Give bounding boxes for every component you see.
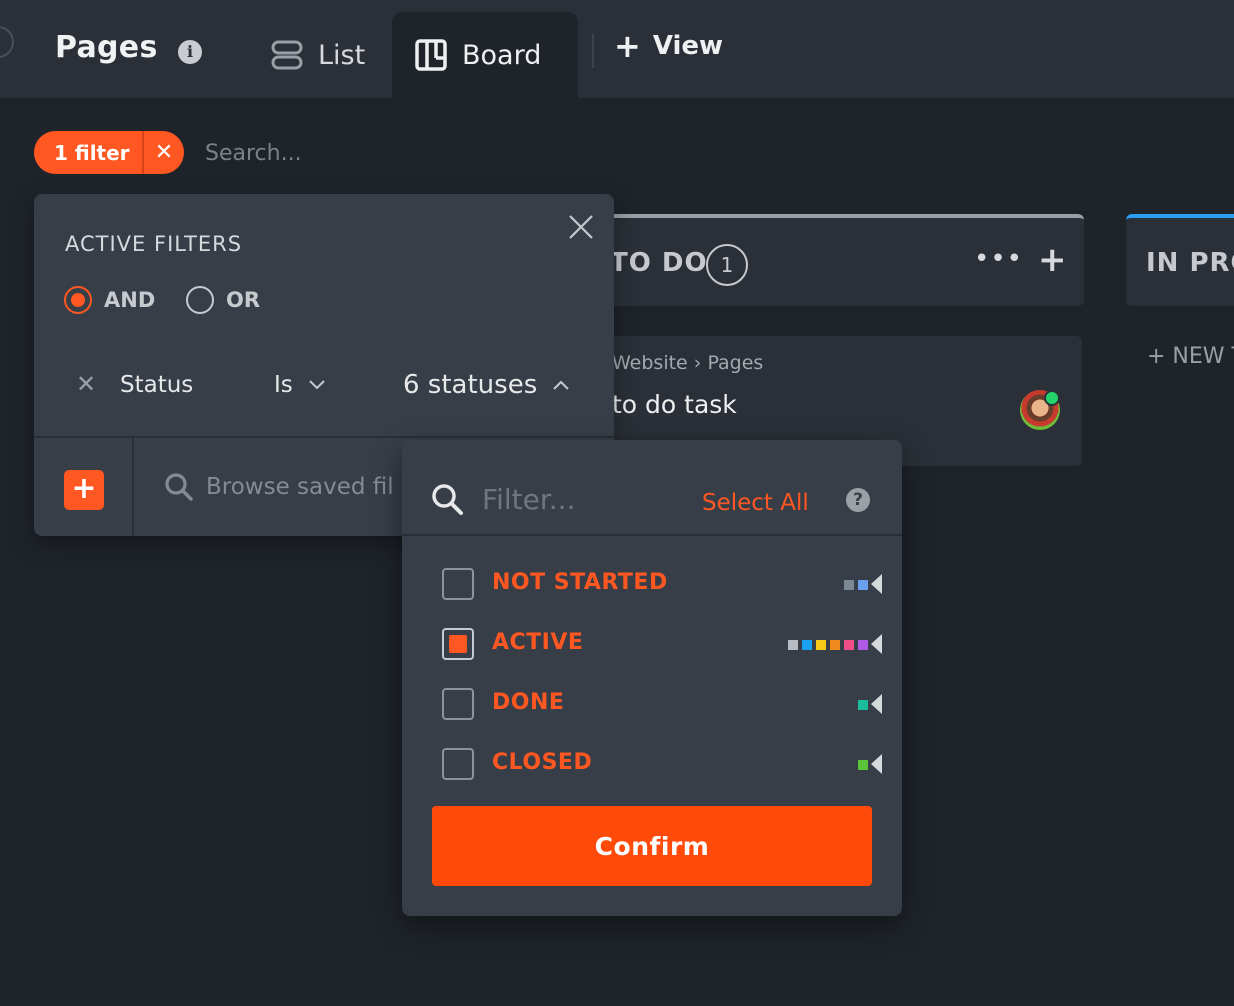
color-swatch [858, 640, 868, 650]
dropdown-header: Select All ? [402, 440, 902, 536]
filter-pill[interactable]: 1 filter ✕ [34, 131, 184, 174]
tab-board-label: Board [462, 39, 542, 71]
status-color-swatches [858, 760, 868, 770]
info-icon[interactable]: i [178, 40, 202, 64]
expand-arrow-icon[interactable] [871, 634, 882, 654]
status-option[interactable]: CLOSED [442, 748, 882, 784]
status-option[interactable]: DONE [442, 688, 882, 724]
or-radio-label[interactable]: OR [226, 288, 260, 312]
task-breadcrumb: Website › Pages [612, 352, 763, 374]
remove-rule-icon[interactable]: ✕ [76, 370, 96, 398]
rule-field-select[interactable]: Status [120, 372, 193, 398]
color-swatch [844, 640, 854, 650]
and-radio[interactable] [64, 286, 92, 314]
status-checkbox[interactable] [442, 688, 474, 720]
status-option[interactable]: ACTIVE [442, 628, 882, 664]
status-label: DONE [492, 690, 565, 715]
expand-arrow-icon[interactable] [871, 694, 882, 714]
plus-icon: + [614, 27, 641, 65]
saved-filters-placeholder: Browse saved fil [206, 474, 394, 500]
help-icon[interactable]: ? [846, 488, 870, 512]
filter-count-label: 1 filter [54, 140, 130, 165]
add-filter-button[interactable]: + [64, 470, 104, 510]
column-title: IN PRO [1146, 248, 1234, 278]
tab-list-label: List [318, 39, 366, 71]
add-task-icon[interactable]: + [1038, 240, 1067, 280]
add-view-label: View [652, 31, 724, 61]
color-swatch [858, 700, 868, 710]
status-label: NOT STARTED [492, 570, 668, 595]
select-all-link[interactable]: Select All [702, 490, 809, 516]
chevron-down-icon [309, 380, 325, 390]
tab-list[interactable]: List [248, 12, 387, 98]
status-label: CLOSED [492, 750, 593, 775]
color-swatch [802, 640, 812, 650]
status-color-swatches [788, 640, 868, 650]
saved-filters-search[interactable]: Browse saved fil [164, 472, 394, 502]
color-swatch [858, 580, 868, 590]
back-button[interactable] [0, 26, 14, 58]
rule-value-select[interactable]: 6 statuses [403, 370, 569, 400]
color-swatch [844, 580, 854, 590]
list-icon [271, 40, 303, 70]
search-icon [432, 484, 463, 515]
breadcrumb-list: Pages [707, 352, 764, 374]
column-task-count: 1 [706, 244, 748, 286]
status-filter-input[interactable] [482, 478, 672, 520]
tab-divider [592, 34, 594, 68]
rule-operator-select[interactable]: Is [274, 372, 325, 398]
rule-operator-label: Is [274, 372, 293, 398]
status-label: ACTIVE [492, 630, 584, 655]
chevron-up-icon [553, 380, 569, 390]
footer-divider [132, 438, 134, 536]
clear-filters-icon[interactable]: ✕ [144, 140, 184, 165]
status-checkbox[interactable] [442, 628, 474, 660]
status-checkbox[interactable] [442, 748, 474, 780]
column-header-todo: TO DO 1 ••• + [560, 214, 1084, 306]
rule-value-label: 6 statuses [403, 370, 538, 400]
status-option[interactable]: NOT STARTED [442, 568, 882, 604]
column-header-in-progress: IN PRO [1126, 214, 1234, 306]
or-radio[interactable] [186, 286, 214, 314]
active-filters-title: ACTIVE FILTERS [65, 232, 243, 256]
breadcrumb-project: Website [612, 352, 688, 374]
confirm-button[interactable]: Confirm [432, 806, 872, 886]
add-view-button[interactable]: + View [614, 30, 723, 62]
top-bar: Pages i List Board + View [0, 0, 1234, 98]
and-radio-label[interactable]: AND [104, 288, 155, 312]
task-title: to do task [612, 390, 737, 419]
status-color-swatches [844, 580, 868, 590]
online-status-indicator [1044, 390, 1060, 406]
expand-arrow-icon[interactable] [871, 754, 882, 774]
tab-board[interactable]: Board [392, 12, 578, 98]
close-icon[interactable] [568, 214, 594, 240]
more-options-icon[interactable]: ••• [974, 244, 1023, 274]
status-dropdown: Select All ? NOT STARTED ACTIVE DONE [402, 440, 902, 916]
board-icon [415, 39, 447, 71]
color-swatch [858, 760, 868, 770]
column-title: TO DO [610, 248, 708, 278]
expand-arrow-icon[interactable] [871, 574, 882, 594]
color-swatch [830, 640, 840, 650]
search-icon [165, 473, 193, 501]
chevron-right-icon: › [693, 352, 708, 374]
color-swatch [788, 640, 798, 650]
search-input[interactable] [205, 134, 505, 172]
color-swatch [816, 640, 826, 650]
status-checkbox[interactable] [442, 568, 474, 600]
status-color-swatches [858, 700, 868, 710]
page-title: Pages [55, 30, 158, 65]
new-task-button[interactable]: + NEW T [1147, 344, 1234, 369]
